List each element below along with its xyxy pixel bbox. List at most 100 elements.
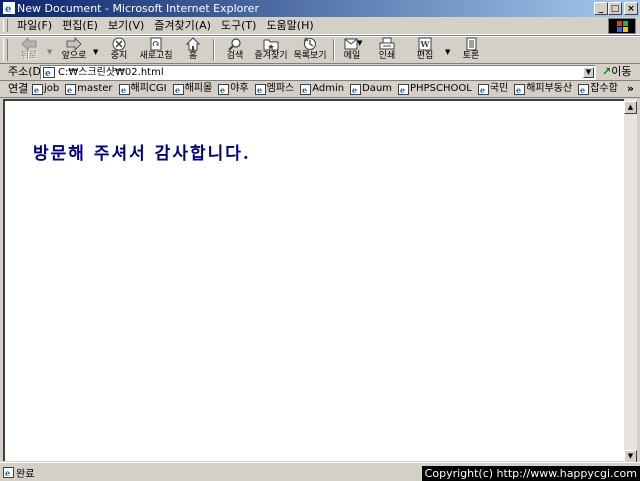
address-value[interactable]: C:₩스크린샷₩02.html bbox=[58, 66, 164, 79]
links-more-chevron[interactable]: » bbox=[627, 81, 634, 96]
printer-icon bbox=[379, 37, 395, 50]
mail-dropdown-icon[interactable]: ▼ bbox=[357, 39, 362, 47]
svg-text:e: e bbox=[302, 85, 307, 95]
standard-toolbar: 뒤로 ▼ 앞으로 ▼ 중지 새로고침 홈 검색 즐겨찾기 목록보기 메일 ▼ 인… bbox=[0, 35, 640, 64]
discuss-icon bbox=[466, 37, 477, 51]
go-label: 이동 bbox=[611, 65, 632, 78]
link-master[interactable]: e master bbox=[65, 81, 113, 97]
svg-text:e: e bbox=[480, 85, 485, 95]
favorites-button[interactable]: 즐겨찾기 bbox=[253, 37, 289, 63]
refresh-label: 새로고침 bbox=[139, 51, 173, 61]
greeting-text: 방문해 주셔서 감사합니다. bbox=[33, 144, 251, 164]
menubar-grip[interactable] bbox=[3, 19, 8, 32]
address-dropdown-icon[interactable]: ▼ bbox=[583, 67, 594, 78]
scroll-up-icon[interactable]: ▲ bbox=[624, 101, 637, 114]
minimize-button[interactable]: _ bbox=[594, 2, 608, 15]
svg-text:e: e bbox=[67, 85, 72, 95]
menu-bar: 파일(F) 편집(E) 보기(V) 즐겨찾기(A) 도구(T) 도움말(H) bbox=[0, 17, 640, 35]
svg-text:e: e bbox=[175, 85, 180, 95]
history-button[interactable]: 목록보기 bbox=[292, 37, 328, 63]
refresh-icon bbox=[150, 37, 162, 51]
link-kookmin[interactable]: e 국민 bbox=[477, 81, 509, 97]
link-daum[interactable]: e Daum bbox=[350, 81, 392, 97]
svg-text:W: W bbox=[420, 39, 431, 49]
forward-dropdown-icon[interactable]: ▼ bbox=[93, 48, 98, 56]
search-icon bbox=[228, 38, 241, 51]
print-button[interactable]: 인쇄 bbox=[374, 37, 400, 63]
link-empas[interactable]: e 엠파스 bbox=[254, 81, 294, 97]
stop-icon bbox=[112, 37, 126, 51]
menu-edit[interactable]: 편집(E) bbox=[57, 17, 103, 34]
toolbar-separator bbox=[333, 39, 335, 61]
link-jobsuhap[interactable]: e 잡수합 bbox=[578, 81, 618, 97]
status-bar: e 완료 Copyright(c) http://www.happycgi.co… bbox=[0, 462, 640, 481]
search-label: 검색 bbox=[226, 51, 244, 61]
ie-page-icon: e bbox=[65, 83, 77, 95]
back-button[interactable]: 뒤로 bbox=[14, 37, 44, 63]
address-bar: 주소(D) e C:₩스크린샷₩02.html ▼ ↗이동 bbox=[0, 64, 640, 81]
link-label: 잡수합 bbox=[590, 83, 618, 94]
mail-label: 메일 bbox=[343, 51, 361, 61]
ie-page-icon: e bbox=[172, 83, 184, 95]
edit-dropdown-icon[interactable]: ▼ bbox=[445, 48, 450, 56]
svg-text:e: e bbox=[5, 468, 10, 478]
home-label: 홈 bbox=[188, 51, 198, 61]
ie-page-icon: e bbox=[350, 83, 362, 95]
forward-label: 앞으로 bbox=[61, 51, 87, 61]
print-label: 인쇄 bbox=[378, 51, 396, 61]
link-phpschool[interactable]: e PHPSCHOOL bbox=[398, 81, 472, 97]
ie-page-icon: e bbox=[118, 83, 130, 95]
link-label: 해피CGI bbox=[130, 83, 167, 94]
title-bar: e New Document - Microsoft Internet Expl… bbox=[0, 0, 640, 17]
link-label: Daum bbox=[362, 83, 393, 94]
back-dropdown-icon[interactable]: ▼ bbox=[47, 48, 52, 56]
ie-logo-icon: e bbox=[3, 2, 15, 14]
address-input[interactable]: e C:₩스크린샷₩02.html ▼ bbox=[40, 65, 596, 80]
menu-favorites[interactable]: 즐겨찾기(A) bbox=[149, 17, 216, 34]
refresh-button[interactable]: 새로고침 bbox=[137, 37, 175, 63]
link-happy-realestate[interactable]: e 해피부동산 bbox=[514, 81, 572, 97]
home-button[interactable]: 홈 bbox=[180, 37, 206, 63]
edit-label: 편집 bbox=[416, 51, 434, 61]
link-happycgi[interactable]: e 해피CGI bbox=[118, 81, 167, 97]
page-status-icon: e bbox=[3, 467, 14, 478]
svg-text:e: e bbox=[34, 85, 39, 95]
link-admin[interactable]: e Admin bbox=[300, 81, 344, 97]
menu-tools[interactable]: 도구(T) bbox=[216, 17, 262, 34]
page-viewport: 방문해 주셔서 감사합니다. bbox=[3, 99, 624, 461]
vertical-scrollbar[interactable]: ▲ ▼ bbox=[624, 99, 637, 463]
windows-logo bbox=[608, 18, 636, 34]
link-happymall[interactable]: e 해피몰 bbox=[172, 81, 212, 97]
svg-text:e: e bbox=[257, 85, 262, 95]
search-button[interactable]: 검색 bbox=[222, 37, 248, 63]
menu-file[interactable]: 파일(F) bbox=[12, 17, 57, 34]
window-title: New Document - Microsoft Internet Explor… bbox=[17, 2, 259, 15]
go-arrow-icon: ↗ bbox=[602, 65, 612, 78]
word-edit-icon: W bbox=[418, 37, 432, 51]
home-icon bbox=[186, 37, 200, 51]
menu-help[interactable]: 도움말(H) bbox=[261, 17, 318, 34]
ie-page-icon: e bbox=[254, 83, 266, 95]
link-job[interactable]: e job bbox=[32, 81, 59, 97]
close-button[interactable]: × bbox=[624, 2, 638, 15]
link-yahoo[interactable]: e 야후 bbox=[218, 81, 249, 97]
stop-label: 중지 bbox=[110, 51, 128, 61]
link-label: job bbox=[44, 83, 60, 94]
link-label: master bbox=[77, 83, 113, 94]
ie-page-icon: e bbox=[514, 83, 526, 95]
go-button[interactable]: ↗이동 bbox=[602, 64, 631, 80]
link-label: 국민 bbox=[489, 83, 509, 94]
history-label: 목록보기 bbox=[293, 51, 327, 61]
stop-button[interactable]: 중지 bbox=[104, 37, 134, 63]
svg-text:e: e bbox=[5, 4, 11, 14]
status-text: 완료 bbox=[16, 469, 35, 480]
back-arrow-icon bbox=[21, 37, 37, 51]
toolbar-grip[interactable] bbox=[3, 39, 8, 61]
menu-view[interactable]: 보기(V) bbox=[103, 17, 149, 34]
forward-button[interactable]: 앞으로 bbox=[58, 37, 90, 63]
ie-page-icon: e bbox=[578, 83, 590, 95]
ie-page-icon: e bbox=[398, 83, 410, 95]
edit-button[interactable]: W 편집 bbox=[412, 37, 438, 63]
maximize-button[interactable]: □ bbox=[608, 2, 622, 15]
discuss-button[interactable]: 토론 bbox=[458, 37, 484, 63]
